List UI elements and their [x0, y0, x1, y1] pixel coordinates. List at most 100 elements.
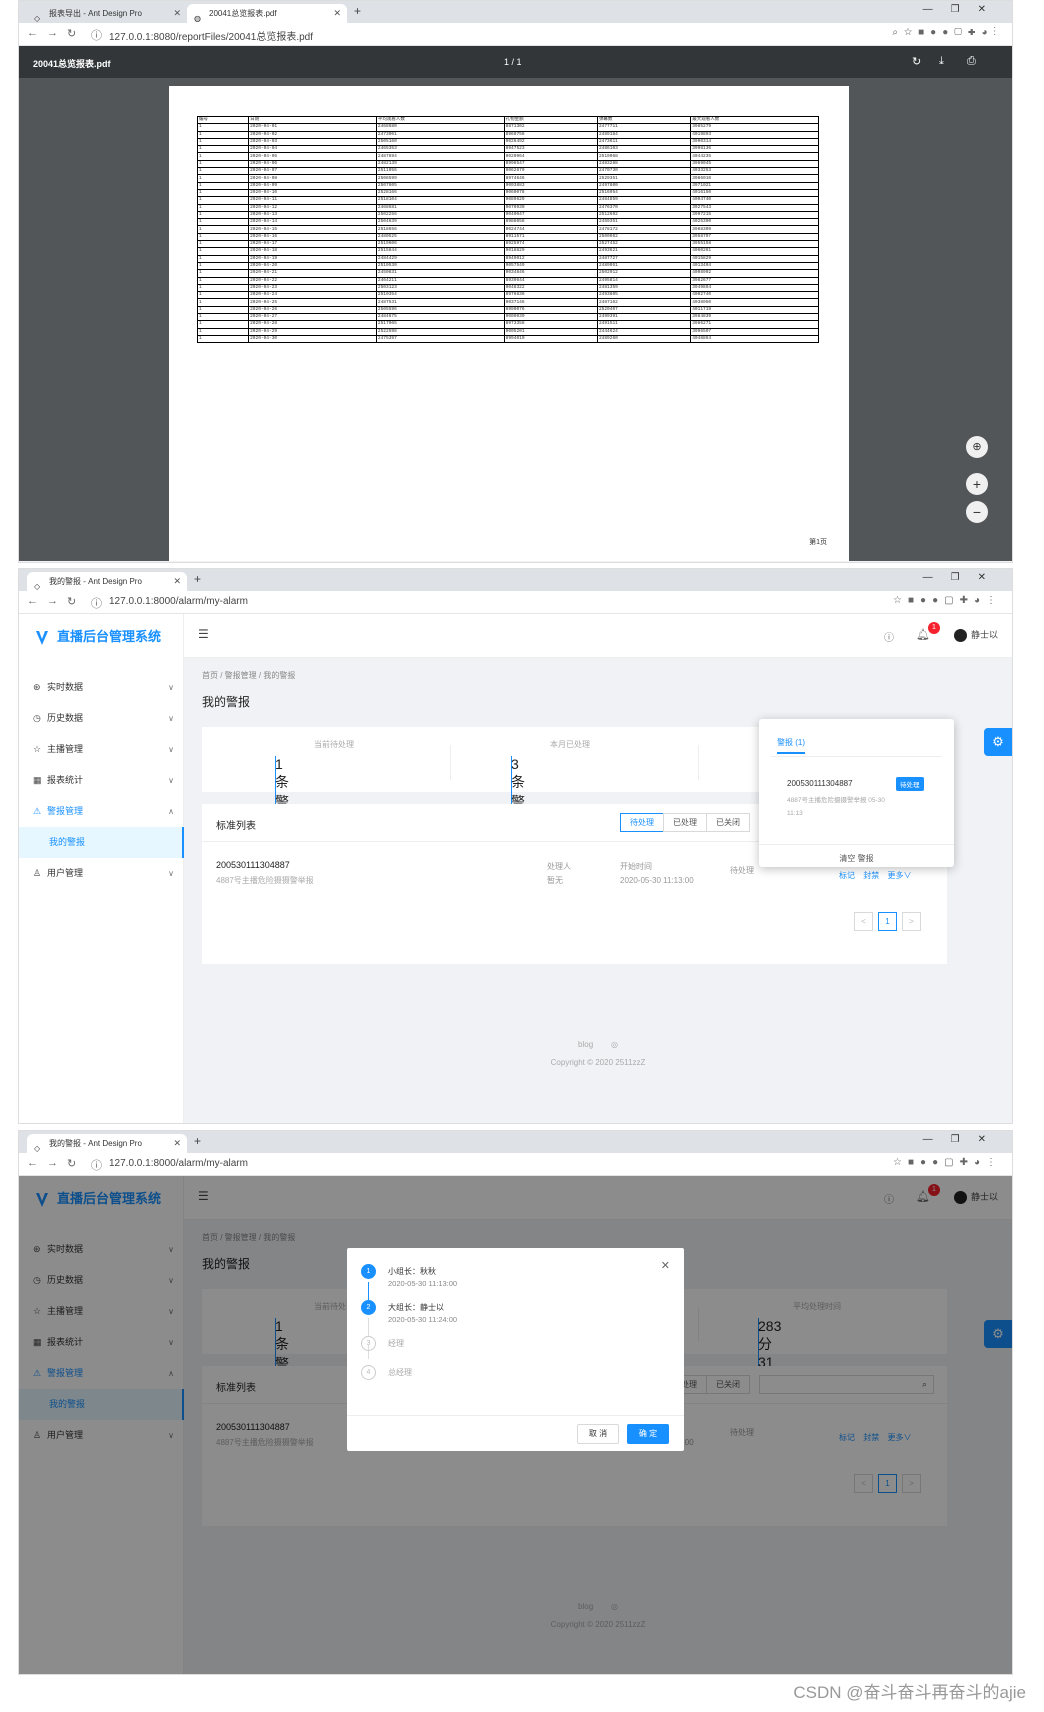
window-controls[interactable]: —❐✕ — [923, 572, 1004, 583]
close-icon[interactable]: ✕ — [173, 572, 181, 591]
forward-icon[interactable]: → — [47, 595, 58, 607]
table-cell: 8990076 — [503, 305, 598, 315]
url-text[interactable]: 127.0.0.1:8000/alarm/my-alarm — [109, 1158, 248, 1169]
menu-anchor[interactable]: ☆ 主播管理 ∨ — [19, 734, 184, 765]
window-controls[interactable]: —❐✕ — [923, 1134, 1004, 1145]
stat-pending: 当前待处理1条警报 — [254, 739, 414, 832]
table-cell: 1 — [196, 123, 250, 132]
new-tab-icon[interactable]: + — [194, 572, 201, 586]
extension-icons[interactable]: ☆■●●▢✚◕⋮ — [893, 1157, 1002, 1168]
clear-alarms-button[interactable]: 清空 警报 — [759, 844, 954, 864]
step-title: 大组长：静士以 — [388, 1303, 444, 1312]
info-icon[interactable]: ⓘ — [91, 595, 102, 611]
step-number: 2 — [361, 1300, 376, 1315]
menu-fold-icon[interactable]: ☰ — [198, 627, 209, 641]
table-cell: 1 — [196, 174, 250, 183]
table-row: 1 2020-04-06 2482139 8996547 2483288 3969045 — [196, 159, 819, 169]
table-cell: 2020-04-10 — [248, 188, 377, 198]
menu-label: 警报管理 — [47, 806, 84, 816]
reload-icon[interactable]: ↻ — [67, 1157, 76, 1170]
print-icon[interactable]: ⎙ — [967, 55, 976, 68]
table-cell: 3997215 — [690, 210, 819, 220]
table-cell: 8976836 — [503, 291, 598, 300]
browser-tabbar: ◇ 报表导出 - Ant Design Pro ✕ ◍ 20041总览报表.pd… — [19, 1, 1012, 23]
table-cell: 9003883 — [503, 181, 598, 190]
extension-icons[interactable]: ⌕☆■●●▢✚◕⋮ — [892, 27, 1002, 38]
table-cell: 8925974 — [503, 240, 598, 249]
forward-icon[interactable]: → — [47, 1157, 58, 1169]
table-cell: 2468680 — [375, 123, 505, 132]
confirm-button[interactable]: 确 定 — [627, 1424, 669, 1444]
back-icon[interactable]: ← — [27, 595, 38, 607]
info-icon[interactable]: ⓘ — [91, 27, 102, 43]
alarm-id[interactable]: 200530111304887 — [216, 860, 290, 870]
breadcrumb[interactable]: 首页 / 警报管理 / 我的警报 — [202, 670, 295, 681]
fit-page-icon[interactable]: ⊕ — [966, 436, 988, 458]
user-menu[interactable]: 静士以 — [953, 628, 998, 643]
menu-alarm[interactable]: ⚠ 警报管理 ∧ — [19, 796, 184, 827]
table-cell: 3982677 — [690, 276, 819, 285]
table-cell: 1 — [196, 334, 250, 344]
browser-tab-report[interactable]: ◇ 报表导出 - Ant Design Pro ✕ — [27, 4, 187, 23]
close-icon[interactable]: ✕ — [661, 1259, 670, 1272]
back-icon[interactable]: ← — [27, 1157, 38, 1169]
zoom-out-icon[interactable]: − — [966, 501, 988, 523]
browser-tab-alarm[interactable]: ◇ 我的警报 - Ant Design Pro ✕ — [27, 572, 187, 591]
url-text[interactable]: 127.0.0.1:8080/reportFiles/20041总览报表.pdf — [109, 28, 313, 43]
download-icon[interactable]: ⤓ — [939, 55, 944, 68]
screen-pdf-viewer: ◇ 报表导出 - Ant Design Pro ✕ ◍ 20041总览报表.pd… — [18, 0, 1013, 563]
table-cell: 2487162 — [596, 298, 692, 307]
table-row: 1 2020-04-01 2468680 8871302 2477711 3985279 — [196, 123, 819, 132]
rotate-icon[interactable]: ↻ — [912, 55, 921, 68]
reload-icon[interactable]: ↻ — [67, 27, 76, 40]
table-row: 1 2020-04-14 2504639 8988058 2459351 4025390 — [196, 218, 819, 227]
table-cell: 4048864 — [690, 334, 819, 344]
radio-handled[interactable]: 已处理 — [663, 813, 707, 832]
close-icon[interactable]: ✕ — [173, 1134, 181, 1153]
window-controls[interactable]: —❐✕ — [923, 4, 1004, 15]
new-tab-icon[interactable]: + — [194, 1134, 201, 1148]
menu-report[interactable]: ▦ 报表统计 ∨ — [19, 765, 184, 796]
menu-user[interactable]: ♙ 用户管理 ∨ — [19, 858, 184, 889]
zoom-in-icon[interactable]: + — [966, 473, 988, 495]
menu-my-alarm[interactable]: 我的警报 — [19, 827, 184, 858]
blog-link[interactable]: blog — [578, 1040, 593, 1049]
pager-next-icon[interactable]: > — [902, 912, 921, 931]
row-actions[interactable]: 标记 封禁 更多∨ — [839, 870, 911, 881]
pager-page[interactable]: 1 — [878, 912, 897, 931]
close-icon[interactable]: ✕ — [173, 4, 181, 23]
radio-closed[interactable]: 已关闭 — [706, 813, 750, 832]
new-tab-icon[interactable]: + — [354, 4, 361, 18]
table-cell: 1 — [196, 130, 250, 139]
extension-icons[interactable]: ☆■●●▢✚◕⋮ — [893, 595, 1002, 606]
menu-history[interactable]: ◷ 历史数据 ∨ — [19, 703, 184, 734]
popover-tab-alarm[interactable]: 警报 (1) — [777, 737, 805, 754]
browser-tab-pdf[interactable]: ◍ 20041总览报表.pdf ✕ — [187, 4, 347, 23]
back-icon[interactable]: ← — [27, 27, 38, 39]
table-cell: 编号 — [196, 115, 250, 125]
radio-pending[interactable]: 待处理 — [620, 813, 664, 832]
watermark: CSDN @奋斗奋斗再奋斗的ajie — [793, 1683, 1026, 1702]
close-icon[interactable]: ✕ — [333, 4, 341, 23]
table-cell: 3996507 — [690, 327, 819, 336]
question-icon[interactable]: ⓘ — [884, 629, 894, 644]
cancel-button[interactable]: 取 消 — [577, 1424, 619, 1444]
pager-prev-icon[interactable]: < — [854, 912, 873, 931]
forward-icon[interactable]: → — [47, 27, 58, 39]
start-label: 开始时间 — [620, 862, 652, 871]
pdf-toolbar: 20041总览报表.pdf 1 / 1 ↻ ⤓ ⎙ — [19, 46, 1012, 78]
screen-alarm-popover: ◇ 我的警报 - Ant Design Pro ✕ + —❐✕ ← → ↻ ⓘ … — [18, 568, 1013, 1124]
menu-realtime[interactable]: ⊛ 实时数据 ∨ — [19, 672, 184, 703]
info-icon[interactable]: ⓘ — [91, 1157, 102, 1173]
pdf-viewport[interactable]: 编号 日期 平均观看人数 礼物金额 弹幕数 最大观看人数 1 2020-04-01 246868… — [19, 78, 1012, 561]
app-logo[interactable]: 直播后台管理系统 — [35, 626, 161, 646]
github-icon[interactable]: ◎ — [611, 1040, 618, 1049]
chevron-down-icon: ∨ — [168, 745, 174, 754]
popover-item-id[interactable]: 200530111304887 — [787, 779, 853, 788]
reload-icon[interactable]: ↻ — [67, 595, 76, 608]
table-row: 1 2020-04-04 2465353 8947523 2486103 3998136 — [196, 145, 819, 154]
settings-gear-icon[interactable]: ⚙ — [984, 728, 1012, 756]
browser-tab-alarm[interactable]: ◇ 我的警报 - Ant Design Pro ✕ — [27, 1134, 187, 1153]
url-text[interactable]: 127.0.0.1:8000/alarm/my-alarm — [109, 596, 248, 607]
table-cell: 2487531 — [375, 298, 505, 307]
